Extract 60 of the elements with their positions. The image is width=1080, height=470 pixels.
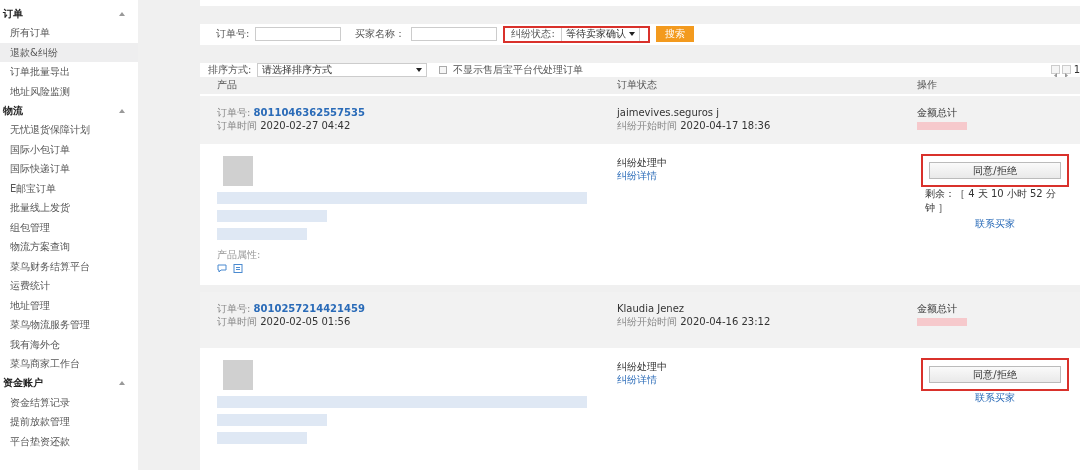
contact-buyer-link[interactable]: 联系买家 xyxy=(975,391,1015,405)
contact-buyer-link[interactable]: 联系买家 xyxy=(975,217,1015,232)
buyer-name: jaimevives.seguros j xyxy=(617,106,720,120)
sidebar-item[interactable]: 国际快递订单 xyxy=(0,159,138,179)
amount-label: 金额总计 xyxy=(917,106,958,120)
field-label: 订单号: xyxy=(217,107,251,119)
field-label: 纠纷开始时间 xyxy=(617,316,677,327)
dispute-status: 纠纷处理中 xyxy=(617,156,668,170)
sort-select[interactable]: 请选择排序方式 xyxy=(257,62,428,77)
sidebar-item[interactable]: 运费统计 xyxy=(0,276,138,296)
sidebar-item[interactable]: 物流方案查询 xyxy=(0,237,138,257)
column-header: 操作 xyxy=(917,78,938,93)
dispute-status-select[interactable]: 等待卖家确认 xyxy=(560,26,640,43)
sidebar-item[interactable]: 无忧退货保障计划 xyxy=(0,120,138,140)
sidebar-item[interactable]: 菜鸟物流服务管理 xyxy=(0,315,138,335)
dispute-start-time: 2020-04-17 18:36 xyxy=(680,120,771,132)
column-header: 产品 xyxy=(217,78,238,93)
order-number-link[interactable]: 8010257214421459 xyxy=(253,303,365,314)
sidebar-group-title[interactable]: 资金账户 xyxy=(3,376,43,390)
sort-label: 排序方式: xyxy=(208,62,252,77)
field-label: 纠纷状态: xyxy=(511,27,555,42)
dispute-detail-link[interactable]: 纠纷详情 xyxy=(617,169,917,183)
field-label: 订单时间 xyxy=(217,316,257,327)
sidebar-item[interactable]: 菜鸟财务结算平台 xyxy=(0,256,138,276)
sidebar-item[interactable]: 退款&纠纷 xyxy=(0,42,138,62)
sidebar-item[interactable]: 组包管理 xyxy=(0,217,138,237)
buyer-name: Klaudia Jenez xyxy=(617,302,686,315)
sidebar-group-title[interactable]: 订单 xyxy=(3,6,23,21)
product-attribute-label: 产品属性: xyxy=(217,248,262,263)
sidebar-item[interactable]: 提前放款管理 xyxy=(0,412,138,432)
field-label: 订单时间 xyxy=(217,120,257,132)
dispute-start-time: 2020-04-16 23:12 xyxy=(680,316,771,327)
sidebar-item[interactable]: 资金结算记录 xyxy=(0,392,138,412)
sidebar-item[interactable]: 订单批量导出 xyxy=(0,62,138,82)
sidebar-item[interactable]: 所有订单 xyxy=(0,23,138,43)
page-number: 1 xyxy=(1073,64,1080,76)
dispute-status: 纠纷处理中 xyxy=(617,360,668,373)
agree-reject-button[interactable]: 同意/拒绝 xyxy=(929,162,1061,180)
order-time: 2020-02-27 04:42 xyxy=(260,120,351,132)
sidebar-item[interactable]: 我有海外仓 xyxy=(0,334,138,354)
sidebar-item[interactable]: 菜鸟商家工作台 xyxy=(0,354,138,374)
sidebar-item[interactable]: 国际小包订单 xyxy=(0,139,138,159)
sidebar-item[interactable]: 平台垫资还款 xyxy=(0,431,138,451)
column-header: 订单状态 xyxy=(617,78,658,93)
dispute-detail-link[interactable]: 纠纷详情 xyxy=(617,373,917,386)
sidebar-group-title[interactable]: 物流 xyxy=(3,103,23,118)
sidebar-item[interactable]: E邮宝订单 xyxy=(0,178,138,198)
field-label: 订单号: xyxy=(216,27,250,42)
sidebar-item[interactable]: 地址管理 xyxy=(0,295,138,315)
order-time: 2020-02-05 01:56 xyxy=(260,316,351,327)
order-number-link[interactable]: 8011046362557535 xyxy=(253,107,365,119)
agree-reject-button[interactable]: 同意/拒绝 xyxy=(929,366,1061,383)
field-label: 买家名称： xyxy=(355,27,406,42)
sidebar-item[interactable]: 批量线上发货 xyxy=(0,198,138,218)
amount-label: 金额总计 xyxy=(917,302,958,315)
remaining-time: 剩余：［ 4 天 10 小时 52 分钟 ］ xyxy=(925,187,1057,216)
checkbox-label: 不显示售后宝平台代处理订单 xyxy=(453,62,584,77)
field-label: 纠纷开始时间 xyxy=(617,120,677,132)
field-label: 订单号: xyxy=(217,303,251,314)
sidebar-item[interactable]: 地址风险监测 xyxy=(0,81,138,101)
